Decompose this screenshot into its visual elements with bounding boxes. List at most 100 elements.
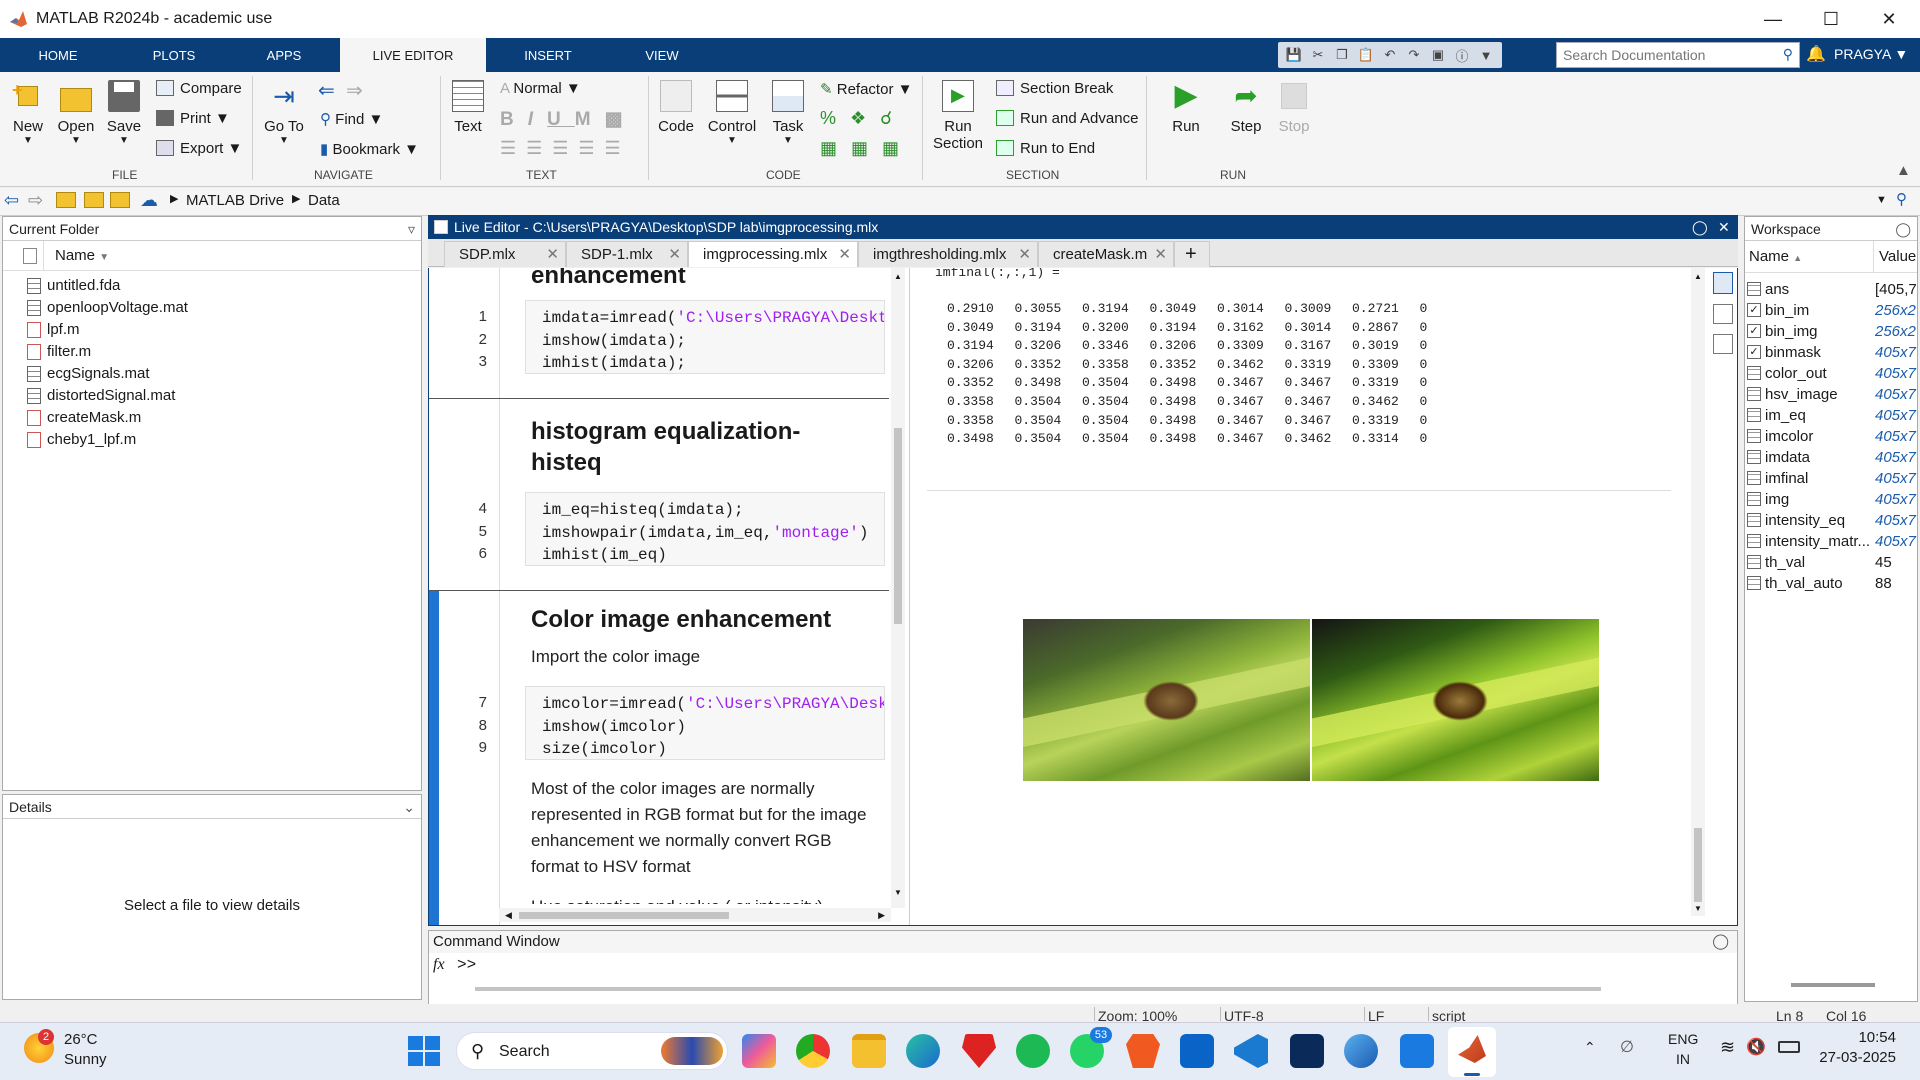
- print-button[interactable]: Print ▼: [156, 110, 230, 127]
- file-list-item[interactable]: openloopVoltage.mat: [3, 297, 421, 319]
- text-button[interactable]: Text: [450, 80, 486, 135]
- close-tab-icon[interactable]: ✕: [546, 242, 559, 268]
- workspace-variable-row[interactable]: ✓ bin_im 256x2: [1745, 300, 1917, 321]
- notification-bell-icon[interactable]: 🔔: [1806, 44, 1826, 64]
- chevron-up-icon[interactable]: ⌃: [1584, 1039, 1596, 1056]
- chevron-down-icon[interactable]: ⌄: [403, 795, 415, 819]
- redo-icon[interactable]: ↷: [1404, 46, 1424, 64]
- switch-windows-icon[interactable]: ▣: [1428, 46, 1448, 64]
- run-button[interactable]: ▶ Run: [1166, 80, 1206, 136]
- microsoft-store-icon[interactable]: [1400, 1034, 1434, 1068]
- windows-start-icon[interactable]: [406, 1034, 440, 1068]
- workspace-variable-row[interactable]: ✓ binmask 405x7: [1745, 342, 1917, 363]
- language-region[interactable]: IN: [1676, 1051, 1690, 1067]
- address-dropdown-icon[interactable]: ▼: [1876, 194, 1887, 206]
- task-button[interactable]: Task ▼: [770, 80, 806, 146]
- code-vertical-scrollbar[interactable]: ▲ ▼: [891, 268, 905, 908]
- user-account-menu[interactable]: PRAGYA ▼: [1834, 46, 1908, 62]
- workspace-variable-row[interactable]: ans [405,7: [1745, 279, 1917, 300]
- output-inline-icon[interactable]: [1713, 272, 1733, 294]
- export-button[interactable]: Export ▼: [156, 140, 242, 157]
- file-explorer-icon[interactable]: [852, 1034, 886, 1068]
- workspace-variable-row[interactable]: intensity_matr... 405x7: [1745, 531, 1917, 552]
- workspace-variable-row[interactable]: th_val_auto 88: [1745, 573, 1917, 594]
- command-prompt-row[interactable]: fx >>: [429, 953, 1737, 977]
- find-button[interactable]: ⚲ Find ▼: [320, 110, 383, 128]
- save-icon[interactable]: 💾: [1284, 46, 1304, 64]
- back-arrow-icon[interactable]: ⇐: [318, 78, 335, 103]
- code-block-3[interactable]: imcolor=imread('C:\Users\PRAGYA\Desk ims…: [525, 686, 885, 760]
- workspace-variable-row[interactable]: imfinal 405x7: [1745, 468, 1917, 489]
- workspace-variable-row[interactable]: intensity_eq 405x7: [1745, 510, 1917, 531]
- run-section-button[interactable]: ▶ Run Section: [932, 80, 984, 152]
- weather-desc[interactable]: Sunny: [64, 1051, 107, 1068]
- editor-tab-createmask[interactable]: createMask.m ✕: [1038, 241, 1174, 267]
- matlab-taskbar-button[interactable]: [1448, 1027, 1496, 1077]
- step-button[interactable]: ➦ Step: [1226, 80, 1266, 135]
- tab-apps[interactable]: APPS: [232, 38, 336, 72]
- close-tab-icon[interactable]: ✕: [838, 242, 851, 268]
- close-tab-icon[interactable]: ✕: [668, 242, 681, 268]
- workspace-variable-row[interactable]: color_out 405x7: [1745, 363, 1917, 384]
- copy-icon[interactable]: ❐: [1332, 46, 1352, 64]
- code-block-1[interactable]: imdata=imread('C:\Users\PRAGYA\Deskt ims…: [525, 300, 885, 374]
- dropdown-icon[interactable]: ▼: [1476, 46, 1496, 64]
- help-icon[interactable]: ⓘ: [1452, 46, 1472, 64]
- outlook-icon[interactable]: [1180, 1034, 1214, 1068]
- mcafee-icon[interactable]: [962, 1034, 996, 1068]
- refactor-button[interactable]: ✎ Refactor ▼: [820, 80, 912, 98]
- tab-live-editor[interactable]: LIVE EDITOR: [340, 38, 486, 72]
- scroll-up-icon[interactable]: ▲: [894, 272, 902, 281]
- code-button[interactable]: Code: [656, 80, 696, 135]
- back-icon[interactable]: ⇦: [4, 190, 19, 211]
- tab-insert[interactable]: INSERT: [486, 38, 610, 72]
- up-folder-icon[interactable]: [56, 192, 76, 208]
- forward-icon[interactable]: ⇨: [28, 190, 43, 211]
- workspace-h-scrollbar[interactable]: [1791, 983, 1875, 987]
- workspace-variable-row[interactable]: hsv_image 405x7: [1745, 384, 1917, 405]
- close-tab-icon[interactable]: ✕: [1154, 242, 1167, 268]
- search-documentation-input[interactable]: Search Documentation ⚲: [1556, 42, 1800, 68]
- file-list-item[interactable]: filter.m: [3, 341, 421, 363]
- maximize-button[interactable]: ☐: [1802, 0, 1860, 38]
- undo-icon[interactable]: ↶: [1380, 46, 1400, 64]
- scroll-right-icon[interactable]: ▶: [878, 910, 885, 921]
- workspace-variable-row[interactable]: im_eq 405x7: [1745, 405, 1917, 426]
- weather-temp[interactable]: 26°C: [64, 1031, 98, 1048]
- close-button[interactable]: ✕: [1860, 0, 1918, 38]
- cut-icon[interactable]: ✂: [1308, 46, 1328, 64]
- file-list-item[interactable]: createMask.m: [3, 407, 421, 429]
- tab-home[interactable]: HOME: [0, 38, 116, 72]
- scroll-thumb[interactable]: [1694, 828, 1702, 902]
- brave-icon[interactable]: [1126, 1034, 1160, 1068]
- column-name[interactable]: Name ▼: [55, 241, 109, 273]
- stop-button[interactable]: Stop: [1274, 80, 1314, 135]
- panel-menu-icon[interactable]: ◯: [1895, 217, 1911, 241]
- output-vertical-scrollbar[interactable]: ▲ ▼: [1691, 268, 1705, 916]
- file-list-item[interactable]: cheby1_lpf.m: [3, 429, 421, 451]
- open-button[interactable]: Open ▼: [56, 80, 96, 146]
- clock-time[interactable]: 10:54: [1836, 1029, 1896, 1046]
- battery-icon[interactable]: [1778, 1041, 1800, 1053]
- spotify-icon[interactable]: [1016, 1034, 1050, 1068]
- file-list-item[interactable]: lpf.m: [3, 319, 421, 341]
- file-list-item[interactable]: distortedSignal.mat: [3, 385, 421, 407]
- run-and-advance-button[interactable]: Run and Advance: [996, 110, 1138, 127]
- column-name[interactable]: Name ▲: [1749, 241, 1802, 274]
- language-indicator[interactable]: ENG: [1668, 1031, 1698, 1047]
- breadcrumb-drive[interactable]: MATLAB Drive: [186, 192, 284, 209]
- fx-icon[interactable]: fx: [433, 953, 445, 977]
- output-right-icon[interactable]: [1713, 304, 1733, 324]
- vscode-icon[interactable]: [1234, 1034, 1268, 1068]
- speaker-muted-icon[interactable]: 🔇: [1746, 1037, 1766, 1057]
- save-button[interactable]: Save ▼: [106, 80, 142, 146]
- control-button[interactable]: Control ▼: [706, 80, 758, 146]
- panel-menu-icon[interactable]: ▿: [408, 217, 415, 241]
- vpn-icon[interactable]: [1344, 1034, 1378, 1068]
- tab-view[interactable]: VIEW: [610, 38, 714, 72]
- file-list-item[interactable]: untitled.fda: [3, 275, 421, 297]
- section-break-button[interactable]: Section Break: [996, 80, 1113, 97]
- compare-button[interactable]: Compare: [156, 80, 242, 97]
- editor-tab-imgprocessing[interactable]: imgprocessing.mlx ✕: [688, 241, 858, 267]
- hide-code-icon[interactable]: [1713, 334, 1733, 354]
